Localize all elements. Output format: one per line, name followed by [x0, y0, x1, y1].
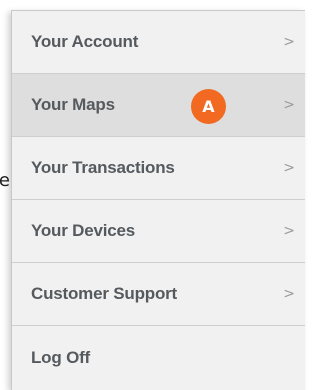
menu-item-label: Your Transactions	[31, 158, 175, 177]
menu-item-label: Your Account	[31, 32, 139, 51]
menu-item-your-account[interactable]: Your Account >	[12, 11, 305, 74]
menu-item-log-off[interactable]: Log Off	[12, 326, 305, 389]
menu-item-customer-support[interactable]: Customer Support >	[12, 263, 305, 326]
annotation-badge: A	[191, 89, 226, 124]
menu-item-your-maps[interactable]: Your Maps A >	[12, 74, 305, 137]
menu-item-label: Customer Support	[31, 284, 178, 303]
menu-item-label: Your Devices	[31, 221, 136, 240]
chevron-right-icon: >	[283, 223, 295, 239]
chevron-right-icon: >	[283, 34, 295, 50]
menu-item-your-devices[interactable]: Your Devices >	[12, 200, 305, 263]
background-text-fragment: e	[0, 170, 10, 191]
account-dropdown-menu: Your Account > Your Maps A > Your Transa…	[11, 10, 305, 390]
chevron-right-icon: >	[283, 160, 295, 176]
menu-item-your-transactions[interactable]: Your Transactions >	[12, 137, 305, 200]
chevron-right-icon: >	[283, 97, 295, 113]
chevron-right-icon: >	[283, 286, 295, 302]
menu-item-label: Your Maps	[31, 95, 115, 114]
menu-item-label: Log Off	[31, 347, 91, 367]
